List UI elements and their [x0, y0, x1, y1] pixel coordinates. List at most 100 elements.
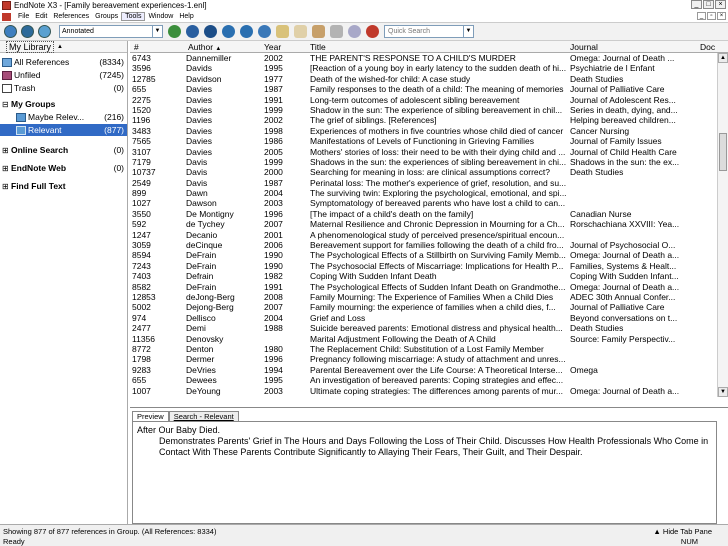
column-header-title[interactable]: Title [310, 42, 326, 52]
expand-icon[interactable]: ⊞ [2, 182, 9, 191]
import-icon[interactable] [222, 25, 235, 38]
local-library-mode-icon[interactable] [4, 25, 17, 38]
format-bibliography-icon[interactable] [330, 25, 343, 38]
column-header-year[interactable]: Year [264, 42, 281, 52]
export-icon[interactable] [240, 25, 253, 38]
table-row[interactable]: 3483 Davies 1998 Experiences of mothers in … [130, 126, 728, 136]
table-row[interactable]: 1247 Decanio 2001 A phenomenological study … [130, 230, 728, 240]
table-row[interactable]: 1520 Davies 1999 Shadow in the sun: The exp… [130, 105, 728, 115]
table-row[interactable]: 974 Dellisco 2004 Grief and Loss Beyond conv… [130, 313, 728, 323]
column-header-author-label: Author [188, 42, 214, 52]
scroll-up-icon[interactable]: ▲ [718, 53, 728, 63]
table-row[interactable]: 899 Dawn 2004 The surviving twin: Exploring… [130, 188, 728, 198]
close-icon[interactable]: × [715, 0, 726, 9]
table-row[interactable]: 655 Davies 1987 Family responses to the dea… [130, 84, 728, 94]
menu-edit[interactable]: Edit [32, 13, 50, 20]
menu-help[interactable]: Help [176, 13, 196, 20]
sidebar-item-maybe-relevant[interactable]: Maybe Relev... (216) [0, 111, 127, 123]
table-row[interactable]: 592 de Tychey 2007 Maternal Resilience and … [130, 219, 728, 229]
search-library-icon[interactable] [204, 25, 217, 38]
table-row[interactable]: 5002 Dejong-Berg 2007 Family mourning: the … [130, 302, 728, 312]
quick-search-input[interactable]: Quick Search ▼ [384, 25, 474, 38]
sidebar-item-unfiled[interactable]: Unfiled (7245) [0, 69, 127, 81]
ref-number: 2275 [132, 94, 151, 105]
table-row[interactable]: 7179 Davis 1999 Shadows in the sun: the exp… [130, 157, 728, 167]
table-row[interactable]: 8594 DeFrain 1990 The Psychological Effects… [130, 250, 728, 260]
output-style-select[interactable]: Annotated ▼ [59, 25, 163, 38]
scroll-down-icon[interactable]: ▼ [718, 387, 728, 397]
insert-citation-icon[interactable] [312, 25, 325, 38]
table-row[interactable]: 7565 Davies 1986 Manifestations of Levels o… [130, 136, 728, 146]
table-row[interactable]: 2275 Davies 1991 Long-term outcomes of adol… [130, 95, 728, 105]
hide-tab-pane-button[interactable]: ▲ Hide Tab Pane [653, 527, 712, 536]
table-row[interactable]: 2477 Demi 1988 Suicide bereaved parents: Em… [130, 323, 728, 333]
table-row[interactable]: 10737 Davis 2000 Searching for meaning in l… [130, 167, 728, 177]
find-full-text-icon[interactable] [258, 25, 271, 38]
table-row[interactable]: 12853 deJong-Berg 2008 Family Mourning: The… [130, 292, 728, 302]
help-icon[interactable] [366, 25, 379, 38]
ref-number: 1007 [132, 385, 151, 396]
ref-journal: Families, Systems & Healt... [570, 260, 677, 271]
column-header-author[interactable]: Author ▲ [188, 42, 221, 52]
table-row[interactable]: 3550 De Montigny 1996 [The impact of a chil… [130, 209, 728, 219]
table-row[interactable]: 8582 DeFrain 1991 The Psychological Effects… [130, 282, 728, 292]
table-row[interactable]: 1027 Dawson 2003 Symptomatology of bereaved… [130, 198, 728, 208]
sidebar-item-relevant[interactable]: Relevant (877) [0, 124, 127, 136]
sidebar-item-all-references[interactable]: All References (8334) [0, 56, 127, 68]
table-row[interactable]: 9283 DeVries 1994 Parental Bereavement over… [130, 365, 728, 375]
open-file-icon[interactable] [294, 25, 307, 38]
sidebar-item-trash[interactable]: Trash (0) [0, 82, 127, 94]
sidebar-group-find-full-text[interactable]: ⊞ Find Full Text [0, 180, 127, 192]
ref-journal: Omega: Journal of Death ... [570, 53, 675, 63]
menu-tools[interactable]: Tools [121, 12, 146, 21]
sidebar-group-online-search[interactable]: ⊞ Online Search (0) [0, 144, 127, 156]
integrated-library-mode-icon[interactable] [38, 25, 51, 38]
tab-search-relevant[interactable]: Search - Relevant [168, 411, 239, 421]
menu-groups[interactable]: Groups [92, 13, 121, 20]
menu-references[interactable]: References [50, 13, 92, 20]
expand-icon[interactable]: ⊞ [2, 146, 9, 155]
table-row[interactable]: 1196 Davies 2002 The grief of siblings. [Re… [130, 115, 728, 125]
list-scrollbar[interactable]: ▲ ▼ [717, 53, 728, 397]
menu-file[interactable]: File [15, 13, 32, 20]
sidebar-item-count: (216) [104, 112, 124, 122]
doc-restore-icon[interactable]: ▫ [707, 12, 716, 20]
table-row[interactable]: 12785 Davidson 1977 Death of the wished-for… [130, 74, 728, 84]
scroll-thumb[interactable] [719, 133, 727, 171]
doc-minimize-icon[interactable]: _ [697, 12, 706, 20]
table-row[interactable]: 1007 DeYoung 2003 Ultimate coping strategie… [130, 386, 728, 396]
new-reference-icon[interactable] [168, 25, 181, 38]
table-row[interactable]: 655 Dewees 1995 An investigation of bereave… [130, 375, 728, 385]
collapse-icon[interactable]: ⊟ [2, 100, 9, 109]
doc-close-icon[interactable]: × [717, 12, 726, 20]
online-search-mode-icon[interactable] [21, 25, 34, 38]
return-to-word-icon[interactable] [348, 25, 361, 38]
table-row[interactable]: 3107 Davies 2005 Mothers' stories of loss: … [130, 147, 728, 157]
table-row[interactable]: 3059 deCinque 2006 Bereavement support for … [130, 240, 728, 250]
online-search-icon[interactable] [186, 25, 199, 38]
sidebar-group-endnote-web[interactable]: ⊞ EndNote Web (0) [0, 162, 127, 174]
tab-preview[interactable]: Preview [132, 411, 169, 421]
minimize-icon[interactable]: _ [691, 0, 702, 9]
table-row[interactable]: 2549 Davis 1987 Perinatal loss: The mother'… [130, 178, 728, 188]
expand-icon[interactable]: ⊞ [2, 164, 9, 173]
table-row[interactable]: 8772 Denton 1980 The Replacement Child: Sub… [130, 344, 728, 354]
library-header[interactable]: My Library ▲ [0, 40, 127, 53]
ref-year: 1999 [264, 104, 283, 115]
table-row[interactable]: 1798 Dermer 1996 Pregnancy following miscar… [130, 354, 728, 364]
ref-journal: Omega: Journal of Death a... [570, 281, 680, 292]
table-row[interactable]: 3596 Davids 1995 [Reaction of a young boy i… [130, 63, 728, 73]
column-header-number[interactable]: # [134, 42, 139, 52]
maximize-icon[interactable]: □ [703, 0, 714, 9]
table-row[interactable]: 11356 Denovsky Marital Adjustment Followin… [130, 334, 728, 344]
column-header-extra[interactable]: Doc [700, 42, 715, 52]
ref-year: 2002 [264, 53, 283, 63]
table-row[interactable]: 7403 Defrain 1982 Coping With Sudden Infant… [130, 271, 728, 281]
table-row[interactable]: 6743 Dannemiller 2002 THE PARENT'S RESPONSE… [130, 53, 728, 63]
column-header-journal[interactable]: Journal [570, 42, 598, 52]
open-link-icon[interactable] [276, 25, 289, 38]
sidebar-group-my-groups[interactable]: ⊟ My Groups [0, 98, 127, 110]
table-row[interactable]: 7243 DeFrain 1990 The Psychosocial Effects … [130, 261, 728, 271]
menu-window[interactable]: Window [145, 13, 176, 20]
ref-author: Davies [186, 125, 212, 136]
